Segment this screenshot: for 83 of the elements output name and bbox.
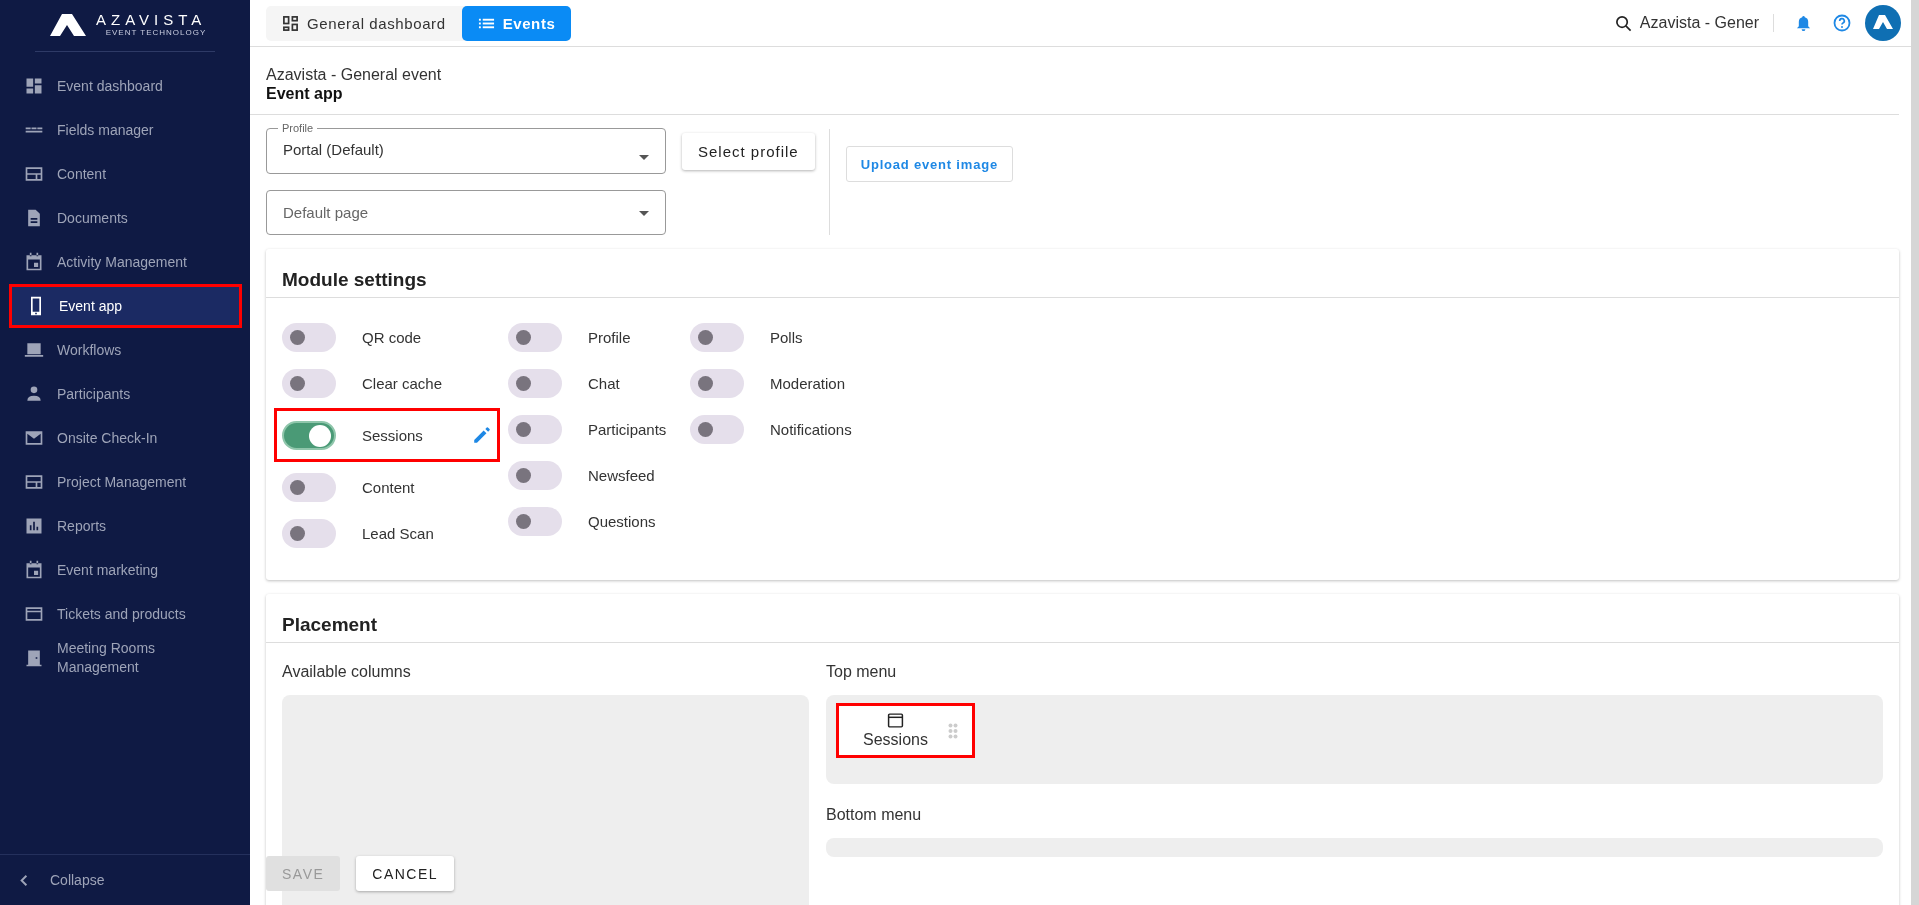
toggle-switch[interactable] <box>508 322 562 352</box>
module-label: Lead Scan <box>362 524 435 542</box>
column-label: Bottom menu <box>826 806 923 824</box>
help-icon[interactable] <box>1833 14 1851 32</box>
toggle-switch[interactable] <box>508 506 562 536</box>
upload-event-image-button[interactable]: Upload event image <box>845 146 1013 182</box>
toggle-switch[interactable] <box>690 322 744 352</box>
door-icon <box>24 648 44 668</box>
sidebar-item[interactable]: Meeting Rooms Management <box>8 639 242 677</box>
bell-icon[interactable] <box>1796 14 1811 32</box>
grid-icon <box>282 14 299 32</box>
toggle-switch[interactable] <box>508 368 562 398</box>
module-label: Participants <box>588 420 668 438</box>
sidebar-item[interactable]: Project Management <box>8 463 242 501</box>
module-label: Profile <box>588 328 632 346</box>
caret-icon <box>639 211 649 216</box>
default-page-select[interactable]: Default page <box>266 190 666 235</box>
toggle-switch[interactable] <box>282 368 336 398</box>
pencil-icon[interactable] <box>472 425 492 445</box>
card-icon <box>24 604 44 624</box>
sidebar-item[interactable]: Event dashboard <box>8 67 242 105</box>
event-search[interactable]: Azavista - Gener <box>1614 14 1759 32</box>
module-label: QR code <box>362 328 423 346</box>
toggle-switch[interactable] <box>282 518 336 548</box>
sidebar-item[interactable]: Onsite Check-In <box>8 419 242 457</box>
section-title: Placement <box>266 594 1899 643</box>
module-label: Chat <box>588 374 621 392</box>
module-label: Moderation <box>770 374 847 392</box>
toggle-switch[interactable] <box>282 322 336 352</box>
module-label: Clear cache <box>362 374 444 392</box>
cancel-button[interactable]: CANCEL <box>356 856 455 891</box>
sidebar-item[interactable]: Workflows <box>8 331 242 369</box>
logo-tagline: EVENT TECHNOLOGY <box>105 28 207 38</box>
calendar-icon <box>24 252 44 272</box>
toggle-switch[interactable] <box>282 472 336 502</box>
dashboard-icon <box>24 76 44 96</box>
search-icon <box>1614 14 1632 32</box>
sidebar-item[interactable]: Activity Management <box>8 243 242 281</box>
profile-select[interactable]: Profile Portal (Default) <box>266 121 666 174</box>
select-profile-button[interactable]: Select profile <box>682 133 815 170</box>
sidebar-item[interactable]: Documents <box>8 199 242 237</box>
column-label: Top menu <box>826 663 898 681</box>
toggle-switch[interactable] <box>282 420 336 450</box>
calendar-icon <box>24 560 44 580</box>
module-label: Polls <box>770 328 804 346</box>
sidebar-item[interactable]: Fields manager <box>8 111 242 149</box>
panel-icon <box>24 472 44 492</box>
drag-handle-icon[interactable] <box>947 722 958 739</box>
collapse-button[interactable]: Collapse <box>0 854 250 905</box>
menu-item-chip[interactable]: Sessions <box>863 712 928 749</box>
toggle-switch[interactable] <box>690 368 744 398</box>
sidebar-item[interactable]: Event marketing <box>8 551 242 589</box>
toggle-switch[interactable] <box>508 460 562 490</box>
module-label: Questions <box>588 512 657 530</box>
sidebar-item[interactable]: Event app <box>12 287 239 325</box>
tab[interactable]: General dashboard <box>266 5 462 41</box>
scrollbar[interactable] <box>1911 0 1919 905</box>
module-label: Newsfeed <box>588 466 656 484</box>
envelope-icon <box>24 428 44 448</box>
sidebar-item[interactable]: Reports <box>8 507 242 545</box>
window-icon <box>886 712 904 729</box>
toggle-switch[interactable] <box>690 414 744 444</box>
bar-chart-icon <box>24 516 44 536</box>
sidebar-item[interactable]: Tickets and products <box>8 595 242 633</box>
panel-icon <box>24 164 44 184</box>
person-icon <box>24 384 44 404</box>
module-label: Sessions <box>362 426 424 444</box>
sidebar-item[interactable]: Content <box>8 155 242 193</box>
chevron-left-icon <box>20 873 28 887</box>
logo-mark-icon <box>50 14 86 36</box>
sidebar-item[interactable]: Participants <box>8 375 242 413</box>
page-title: Event app <box>266 84 344 104</box>
module-label: Content <box>362 478 416 496</box>
logo-wordmark: AZAVISTA <box>96 12 207 28</box>
avatar[interactable] <box>1865 5 1901 41</box>
module-label: Notifications <box>770 420 853 438</box>
column-label: Available columns <box>282 663 412 681</box>
event-name: Azavista - General event <box>266 65 443 84</box>
toggle-switch[interactable] <box>508 414 562 444</box>
caret-icon <box>639 155 649 160</box>
tab[interactable]: Events <box>461 5 572 41</box>
laptop-icon <box>24 340 44 360</box>
section-title: Module settings <box>266 249 1899 298</box>
